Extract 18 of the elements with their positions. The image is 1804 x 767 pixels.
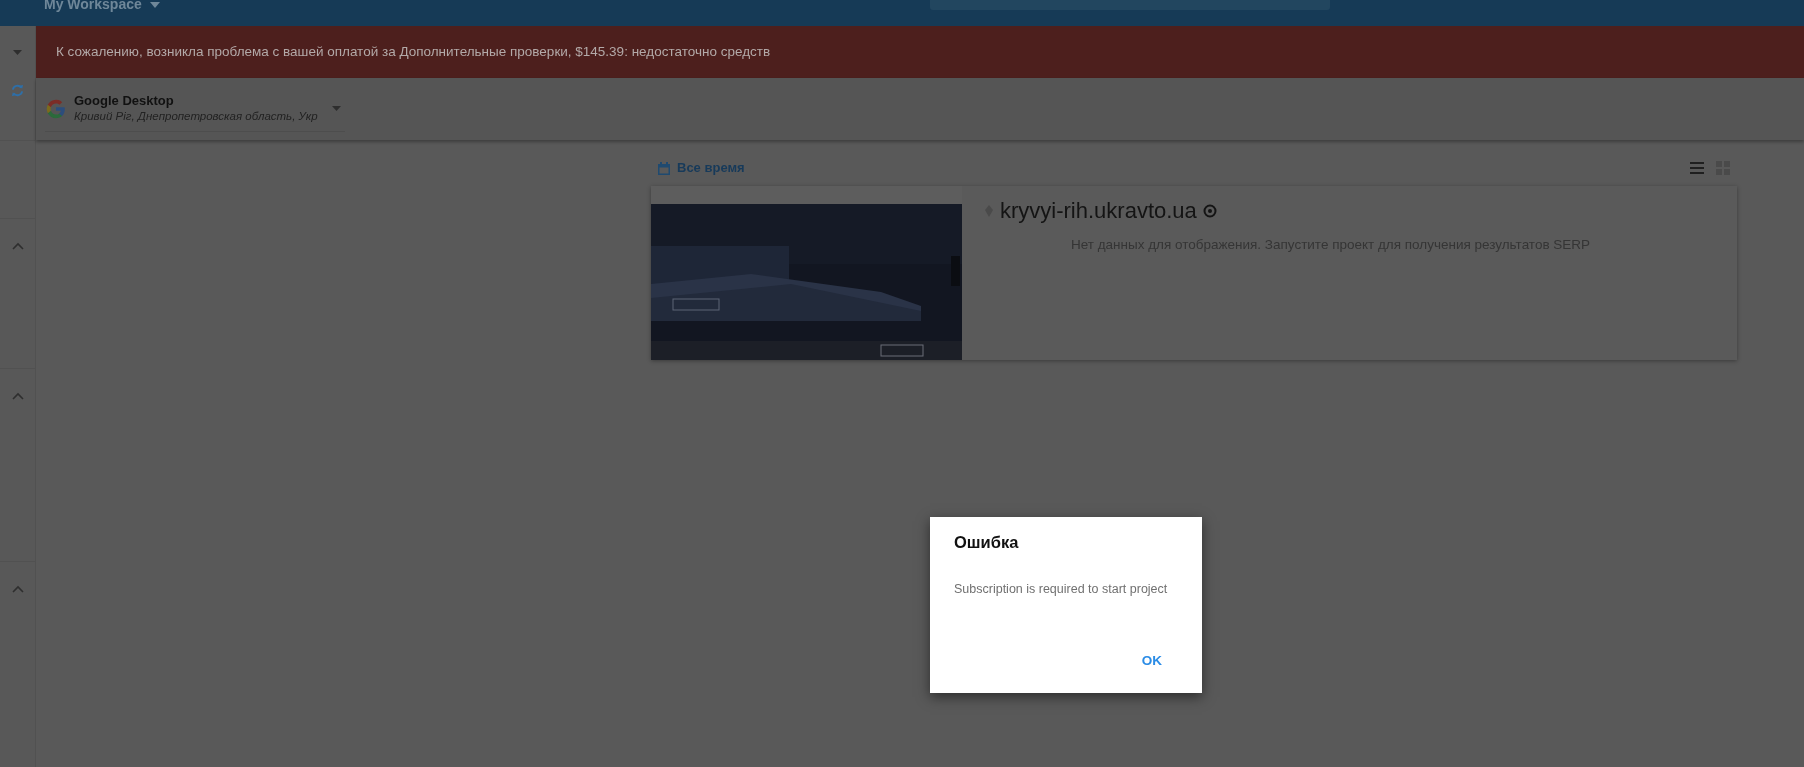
caret-icon bbox=[332, 106, 341, 111]
dialog-message: Subscription is required to start project bbox=[954, 580, 1169, 598]
engine-name: Google Desktop bbox=[74, 93, 175, 110]
chevron-up-icon[interactable] bbox=[11, 242, 24, 250]
google-logo-icon bbox=[45, 97, 67, 120]
chevron-up-icon[interactable] bbox=[11, 392, 24, 400]
refresh-icon[interactable] bbox=[11, 84, 24, 97]
calendar-icon bbox=[658, 161, 670, 175]
target-icon[interactable] bbox=[1202, 203, 1217, 218]
alert-message: К сожалению, возникла проблема с вашей оплатой за Дополнительные проверки, $145.39: недостаточно средств bbox=[56, 42, 771, 61]
ok-button[interactable]: OK bbox=[1133, 648, 1170, 673]
list-view-button[interactable] bbox=[1689, 161, 1705, 175]
chevron-up-icon[interactable] bbox=[11, 585, 24, 593]
caret-icon bbox=[149, 1, 160, 8]
date-filter[interactable]: Все время bbox=[658, 158, 745, 178]
caret-icon[interactable] bbox=[13, 49, 22, 55]
dialog-title: Ошибка bbox=[954, 532, 1020, 553]
project-domain: kryvyi-rih.ukravto.ua bbox=[1000, 197, 1197, 225]
